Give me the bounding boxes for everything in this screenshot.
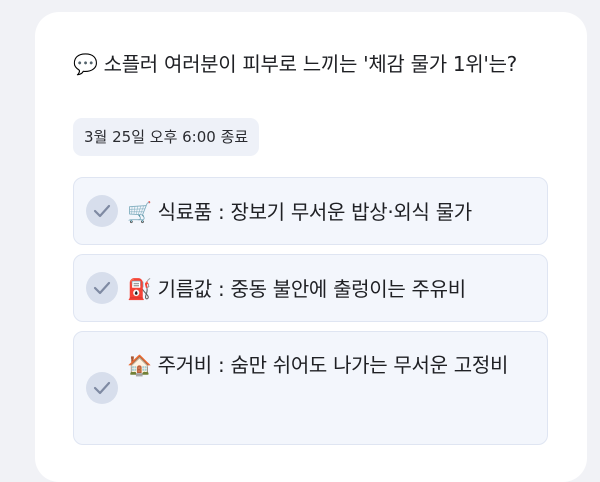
option-text: 🛒 식료품 : 장보기 무서운 밥상·외식 물가: [127, 194, 531, 230]
house-icon: 🏠: [127, 353, 152, 377]
option-text: 🏠 주거비 : 숨만 쉬어도 나가는 무서운 고정비: [127, 347, 531, 383]
poll-question: 💬 소플러 여러분이 피부로 느끼는 '체감 물가 1위'는?: [73, 46, 543, 82]
poll-option-housing[interactable]: 🏠 주거비 : 숨만 쉬어도 나가는 무서운 고정비: [73, 331, 548, 445]
poll-option-groceries[interactable]: 🛒 식료품 : 장보기 무서운 밥상·외식 물가: [73, 177, 548, 245]
poll-card: 💬 소플러 여러분이 피부로 느끼는 '체감 물가 1위'는? 3월 25일 오후…: [35, 12, 587, 482]
check-icon: [86, 272, 118, 304]
option-label: 식료품 : 장보기 무서운 밥상·외식 물가: [157, 200, 473, 224]
fuel-pump-icon: ⛽: [127, 277, 152, 301]
shopping-cart-icon: 🛒: [127, 200, 152, 224]
option-label: 주거비 : 숨만 쉬어도 나가는 무서운 고정비: [157, 353, 509, 377]
option-label: 기름값 : 중동 불안에 출렁이는 주유비: [157, 277, 467, 301]
check-icon: [86, 372, 118, 404]
speech-bubble-icon: 💬: [73, 52, 98, 76]
check-icon: [86, 195, 118, 227]
option-text: ⛽ 기름값 : 중동 불안에 출렁이는 주유비: [127, 271, 531, 307]
poll-question-text: 소플러 여러분이 피부로 느끼는 '체감 물가 1위'는?: [103, 52, 518, 76]
deadline-badge: 3월 25일 오후 6:00 종료: [73, 118, 260, 156]
poll-option-fuel[interactable]: ⛽ 기름값 : 중동 불안에 출렁이는 주유비: [73, 254, 548, 322]
